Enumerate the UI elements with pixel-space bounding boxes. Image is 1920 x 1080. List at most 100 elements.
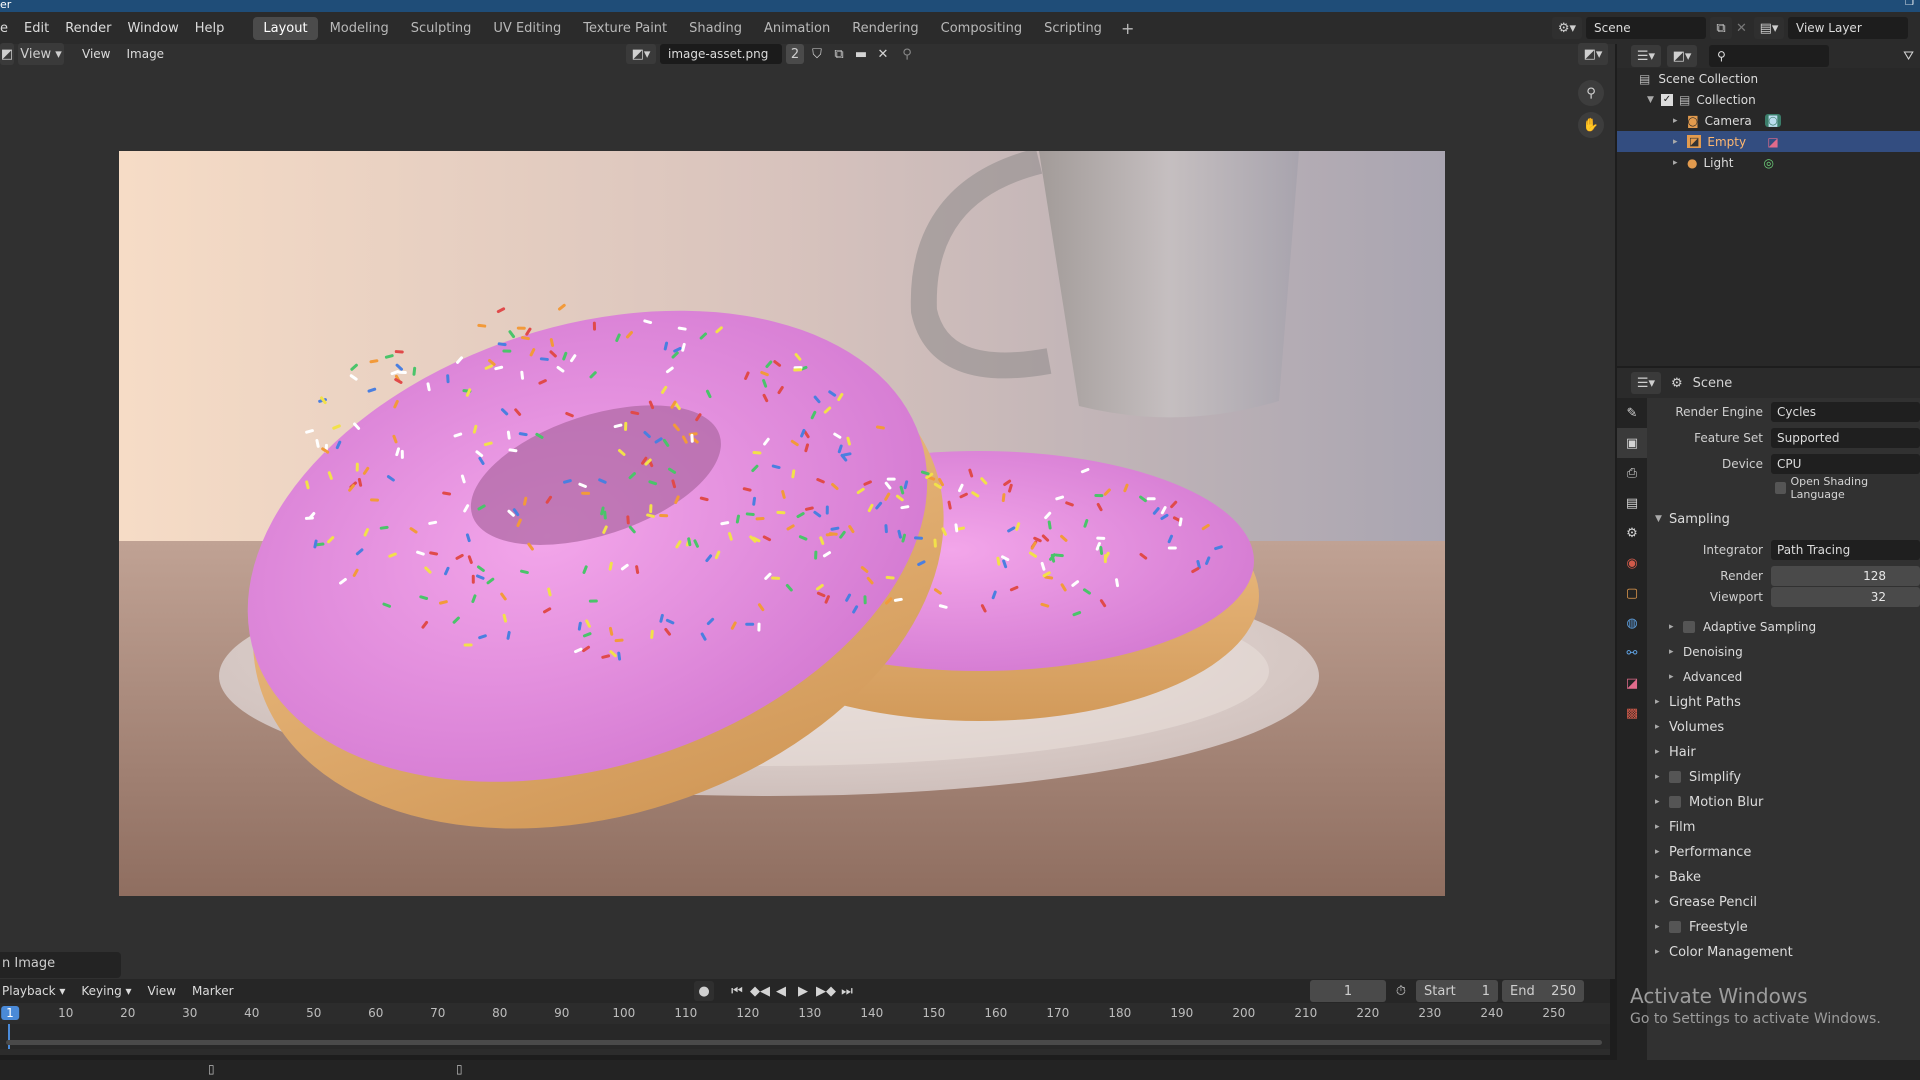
menu-view-timeline[interactable]: View bbox=[140, 984, 184, 998]
close-scene-icon[interactable]: ✕ bbox=[1736, 21, 1750, 36]
physics-tab-icon[interactable]: ◍ bbox=[1617, 608, 1647, 638]
timeline-scrollbar[interactable] bbox=[6, 1040, 1602, 1045]
menu-window[interactable]: Window bbox=[119, 21, 186, 36]
current-frame-field[interactable]: 1 bbox=[1310, 980, 1386, 1002]
workspace-tab-sculpting[interactable]: Sculpting bbox=[401, 17, 482, 40]
expand-triangle-icon[interactable]: ▸ bbox=[1673, 158, 1687, 168]
outliner-row-light[interactable]: ▸ ● Light ◎ bbox=[1617, 152, 1920, 173]
outliner-display-mode-icon[interactable]: ◩▾ bbox=[1667, 45, 1697, 67]
render-tab-icon[interactable]: ▣ bbox=[1617, 428, 1647, 458]
feature-set-dropdown[interactable]: Supported bbox=[1771, 428, 1920, 448]
end-frame-field[interactable]: End 250 bbox=[1502, 980, 1584, 1002]
panel-light-paths[interactable]: ▸ Light Paths bbox=[1655, 691, 1920, 713]
filter-icon[interactable]: ⛛ bbox=[1903, 49, 1914, 64]
jump-end-icon[interactable]: ⏭ bbox=[838, 984, 856, 999]
outliner-row-scene-collection[interactable]: ▤ Scene Collection bbox=[1617, 68, 1920, 89]
sampling-panel-header[interactable]: ▼ Sampling bbox=[1655, 508, 1920, 530]
workspace-tab-scripting[interactable]: Scripting bbox=[1034, 17, 1112, 40]
advanced-subpanel[interactable]: ▸ Advanced bbox=[1669, 666, 1920, 688]
record-icon[interactable]: ● bbox=[694, 981, 714, 1001]
unlink-image-icon[interactable]: ✕ bbox=[874, 47, 892, 62]
menu-playback[interactable]: Playback ▾ bbox=[0, 984, 73, 998]
adaptive-sampling-checkbox[interactable] bbox=[1683, 621, 1695, 633]
panel-grease-pencil[interactable]: ▸ Grease Pencil bbox=[1655, 891, 1920, 913]
jump-start-icon[interactable]: ⏮ bbox=[728, 984, 746, 999]
scene-name-field[interactable]: Scene bbox=[1586, 17, 1706, 39]
checkbox-icon[interactable]: ✓ bbox=[1661, 93, 1673, 106]
menu-image[interactable]: Image bbox=[118, 47, 172, 61]
start-frame-field[interactable]: Start 1 bbox=[1416, 980, 1498, 1002]
adaptive-sampling-subpanel[interactable]: ▸ Adaptive Sampling bbox=[1669, 616, 1920, 638]
properties-editor-type-icon[interactable]: ☰▾ bbox=[1631, 372, 1661, 394]
view-layer-field[interactable]: View Layer bbox=[1788, 17, 1908, 39]
current-frame-indicator[interactable]: 1 bbox=[1, 1006, 19, 1020]
expand-triangle-icon[interactable]: ▸ bbox=[1673, 137, 1687, 147]
integrator-dropdown[interactable]: Path Tracing bbox=[1771, 540, 1920, 560]
outliner-search-input[interactable]: ⚲ bbox=[1709, 45, 1829, 67]
editor-type-icon[interactable]: ◩ bbox=[0, 43, 14, 65]
scene-tab-icon[interactable]: ⚙ bbox=[1617, 518, 1647, 548]
panel-volumes[interactable]: ▸ Volumes bbox=[1655, 716, 1920, 738]
prev-keyframe-icon[interactable]: ◆◀ bbox=[750, 984, 770, 999]
pin-icon[interactable]: ⚲ bbox=[896, 47, 918, 62]
outliner-row-collection[interactable]: ▼ ✓ ▤ Collection bbox=[1617, 89, 1920, 110]
new-scene-icon[interactable]: ⧉ bbox=[1710, 17, 1732, 39]
playhead-line[interactable] bbox=[8, 1024, 10, 1049]
workspace-tab-layout[interactable]: Layout bbox=[253, 16, 318, 40]
view-layer-tab-icon[interactable]: ▤ bbox=[1617, 488, 1647, 518]
scene-selector-icon[interactable]: ⚙▾ bbox=[1552, 17, 1582, 39]
outliner-row-camera[interactable]: ▸ ◙ Camera ◙ bbox=[1617, 110, 1920, 131]
image-browse-icon[interactable]: ◩▾ bbox=[626, 44, 656, 64]
expand-triangle-icon[interactable]: ▼ bbox=[1647, 95, 1661, 105]
panel-film[interactable]: ▸ Film bbox=[1655, 816, 1920, 838]
object-data-tab-icon[interactable]: ◪ bbox=[1617, 668, 1647, 698]
panel-bake[interactable]: ▸ Bake bbox=[1655, 866, 1920, 888]
panel-hair[interactable]: ▸ Hair bbox=[1655, 741, 1920, 763]
menu-file[interactable]: e bbox=[0, 21, 16, 36]
window-restore-icon[interactable]: ❐ bbox=[1905, 0, 1914, 8]
viewport-samples-field[interactable]: 32 bbox=[1771, 587, 1920, 607]
device-dropdown[interactable]: CPU bbox=[1771, 454, 1920, 474]
object-tab-icon[interactable]: ▢ bbox=[1617, 578, 1647, 608]
stopwatch-icon[interactable]: ⏱ bbox=[1390, 984, 1412, 999]
workspace-tab-modeling[interactable]: Modeling bbox=[320, 17, 399, 40]
image-name-field[interactable]: image-asset.png bbox=[660, 44, 782, 64]
panel-performance[interactable]: ▸ Performance bbox=[1655, 841, 1920, 863]
play-reverse-icon[interactable]: ◀ bbox=[772, 984, 790, 999]
display-channels-icon[interactable]: ◩▾ bbox=[1578, 43, 1608, 65]
view-mode-dropdown[interactable]: View ▾ bbox=[18, 43, 64, 65]
menu-keying[interactable]: Keying ▾ bbox=[73, 984, 139, 998]
menu-render[interactable]: Render bbox=[57, 21, 119, 36]
menu-view[interactable]: View bbox=[74, 47, 118, 61]
workspace-tab-animation[interactable]: Animation bbox=[754, 17, 840, 40]
render-engine-dropdown[interactable]: Cycles bbox=[1771, 402, 1920, 422]
workspace-tab-rendering[interactable]: Rendering bbox=[842, 17, 928, 40]
outliner-row-empty[interactable]: ▸ ◪ Empty ◪ bbox=[1617, 131, 1920, 152]
fake-user-shield-icon[interactable]: ⛉ bbox=[808, 47, 826, 62]
render-samples-field[interactable]: 128 bbox=[1771, 566, 1920, 586]
zoom-icon[interactable]: ⚲ bbox=[1578, 80, 1604, 106]
menu-help[interactable]: Help bbox=[187, 21, 233, 36]
denoising-subpanel[interactable]: ▸ Denoising bbox=[1669, 641, 1920, 663]
workspace-tab-compositing[interactable]: Compositing bbox=[931, 17, 1033, 40]
tool-tab-icon[interactable]: ✎ bbox=[1617, 398, 1647, 428]
open-image-folder-icon[interactable]: ▬ bbox=[852, 47, 870, 62]
add-workspace-icon[interactable]: + bbox=[1113, 19, 1142, 38]
simplify-checkbox[interactable] bbox=[1669, 771, 1681, 783]
panel-motion-blur[interactable]: ▸ Motion Blur bbox=[1655, 791, 1920, 813]
camera-data-icon[interactable]: ◙ bbox=[1764, 114, 1782, 127]
motion-blur-checkbox[interactable] bbox=[1669, 796, 1681, 808]
expand-triangle-icon[interactable]: ▸ bbox=[1673, 116, 1687, 126]
world-tab-icon[interactable]: ◉ bbox=[1617, 548, 1647, 578]
workspace-tab-uv-editing[interactable]: UV Editing bbox=[483, 17, 571, 40]
panel-simplify[interactable]: ▸ Simplify bbox=[1655, 766, 1920, 788]
frame-ruler[interactable]: 1 10 20 30 40 50 60 70 80 90 100 110 120 130 140 150 160… bbox=[0, 1003, 1610, 1023]
view-layer-selector-icon[interactable]: ▤▾ bbox=[1754, 17, 1784, 39]
panel-color-management[interactable]: ▸ Color Management bbox=[1655, 941, 1920, 963]
outliner-editor-type-icon[interactable]: ☰▾ bbox=[1631, 45, 1661, 67]
output-tab-icon[interactable]: ⎙ bbox=[1617, 458, 1647, 488]
play-icon[interactable]: ▶ bbox=[794, 984, 812, 999]
menu-marker[interactable]: Marker bbox=[184, 984, 241, 998]
freestyle-checkbox[interactable] bbox=[1669, 921, 1681, 933]
menu-edit[interactable]: Edit bbox=[16, 21, 57, 36]
